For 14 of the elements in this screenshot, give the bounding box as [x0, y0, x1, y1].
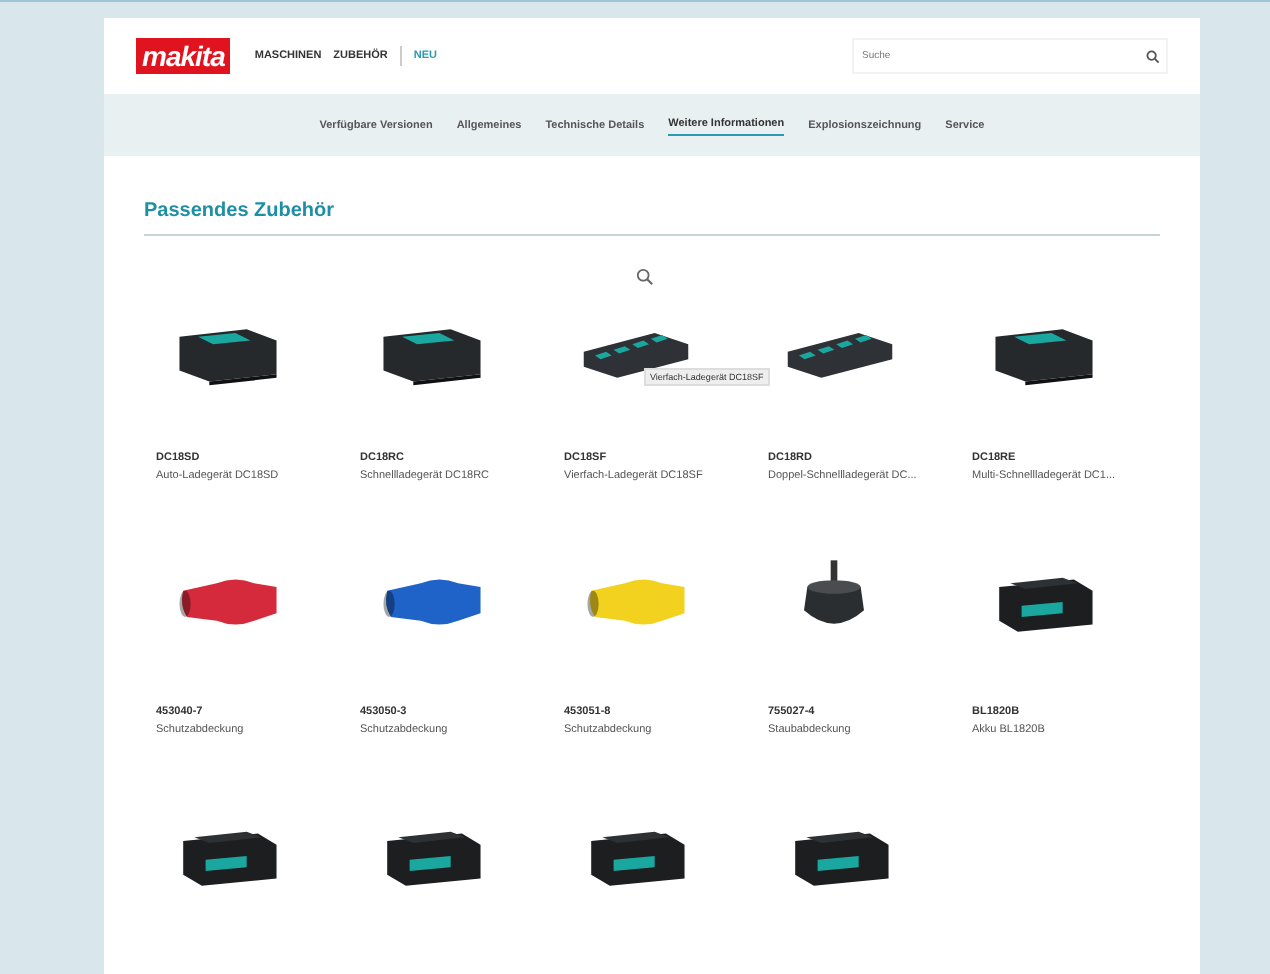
battery-drawing: [387, 831, 481, 886]
charger-drawing: [995, 329, 1093, 386]
battery-drawing: [183, 831, 277, 886]
section-heading: Passendes Zubehör: [144, 200, 1160, 236]
battery-drawing: [591, 831, 685, 886]
spindle-drawing: [804, 560, 864, 624]
logo[interactable]: makita: [136, 38, 231, 74]
charger-drawing: [383, 329, 481, 386]
battery-drawing: [795, 831, 889, 886]
charger-drawing: [179, 329, 277, 386]
charger-drawing: [787, 333, 893, 378]
magnifier-icon[interactable]: [636, 268, 654, 286]
search-icon[interactable]: [1146, 50, 1160, 64]
battery-drawing: [999, 577, 1093, 632]
